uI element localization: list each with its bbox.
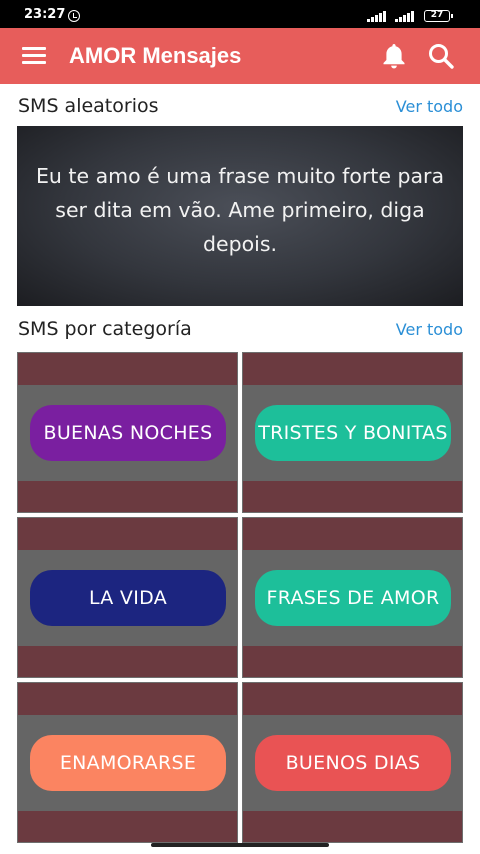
category-tile-tristes-y-bonitas[interactable]: TRISTES Y BONITAS [242,352,463,513]
category-button-tristes-y-bonitas[interactable]: TRISTES Y BONITAS [255,405,451,461]
battery-icon: 27 [424,10,453,22]
battery-level: 27 [430,10,444,20]
app-bar: AMOR Mensajes [0,28,480,84]
search-icon[interactable] [427,42,455,70]
category-button-frases-de-amor[interactable]: FRASES DE AMOR [255,570,451,626]
alarm-icon [68,10,80,22]
category-button-enamorarse[interactable]: ENAMORARSE [30,735,226,791]
category-button-buenas-noches[interactable]: BUENAS NOCHES [30,405,226,461]
random-message-card[interactable]: Eu te amo é uma frase muito forte para s… [17,126,463,306]
status-bar: 23:27 27 [0,0,480,28]
bell-icon[interactable] [381,42,407,70]
random-message-text: Eu te amo é uma frase muito forte para s… [35,164,445,256]
category-tile-enamorarse[interactable]: ENAMORARSE [17,682,238,843]
category-tile-buenas-noches[interactable]: BUENAS NOCHES [17,352,238,513]
app-title: AMOR Mensajes [69,43,242,68]
category-tile-buenos-dias[interactable]: BUENOS DIAS [242,682,463,843]
status-time: 23:27 [24,7,66,22]
category-tile-la-vida[interactable]: LA VIDA [17,517,238,678]
category-see-all-link[interactable]: Ver todo [396,320,463,339]
gesture-nav-handle[interactable] [151,843,329,847]
category-button-buenos-dias[interactable]: BUENOS DIAS [255,735,451,791]
category-section-title: SMS por categoría [18,318,192,340]
random-section-title: SMS aleatorios [18,95,159,117]
random-see-all-link[interactable]: Ver todo [396,97,463,116]
menu-icon[interactable] [22,46,46,64]
signal-icon [395,11,415,22]
category-button-la-vida[interactable]: LA VIDA [30,570,226,626]
signal-icon [367,11,387,22]
category-tile-frases-de-amor[interactable]: FRASES DE AMOR [242,517,463,678]
